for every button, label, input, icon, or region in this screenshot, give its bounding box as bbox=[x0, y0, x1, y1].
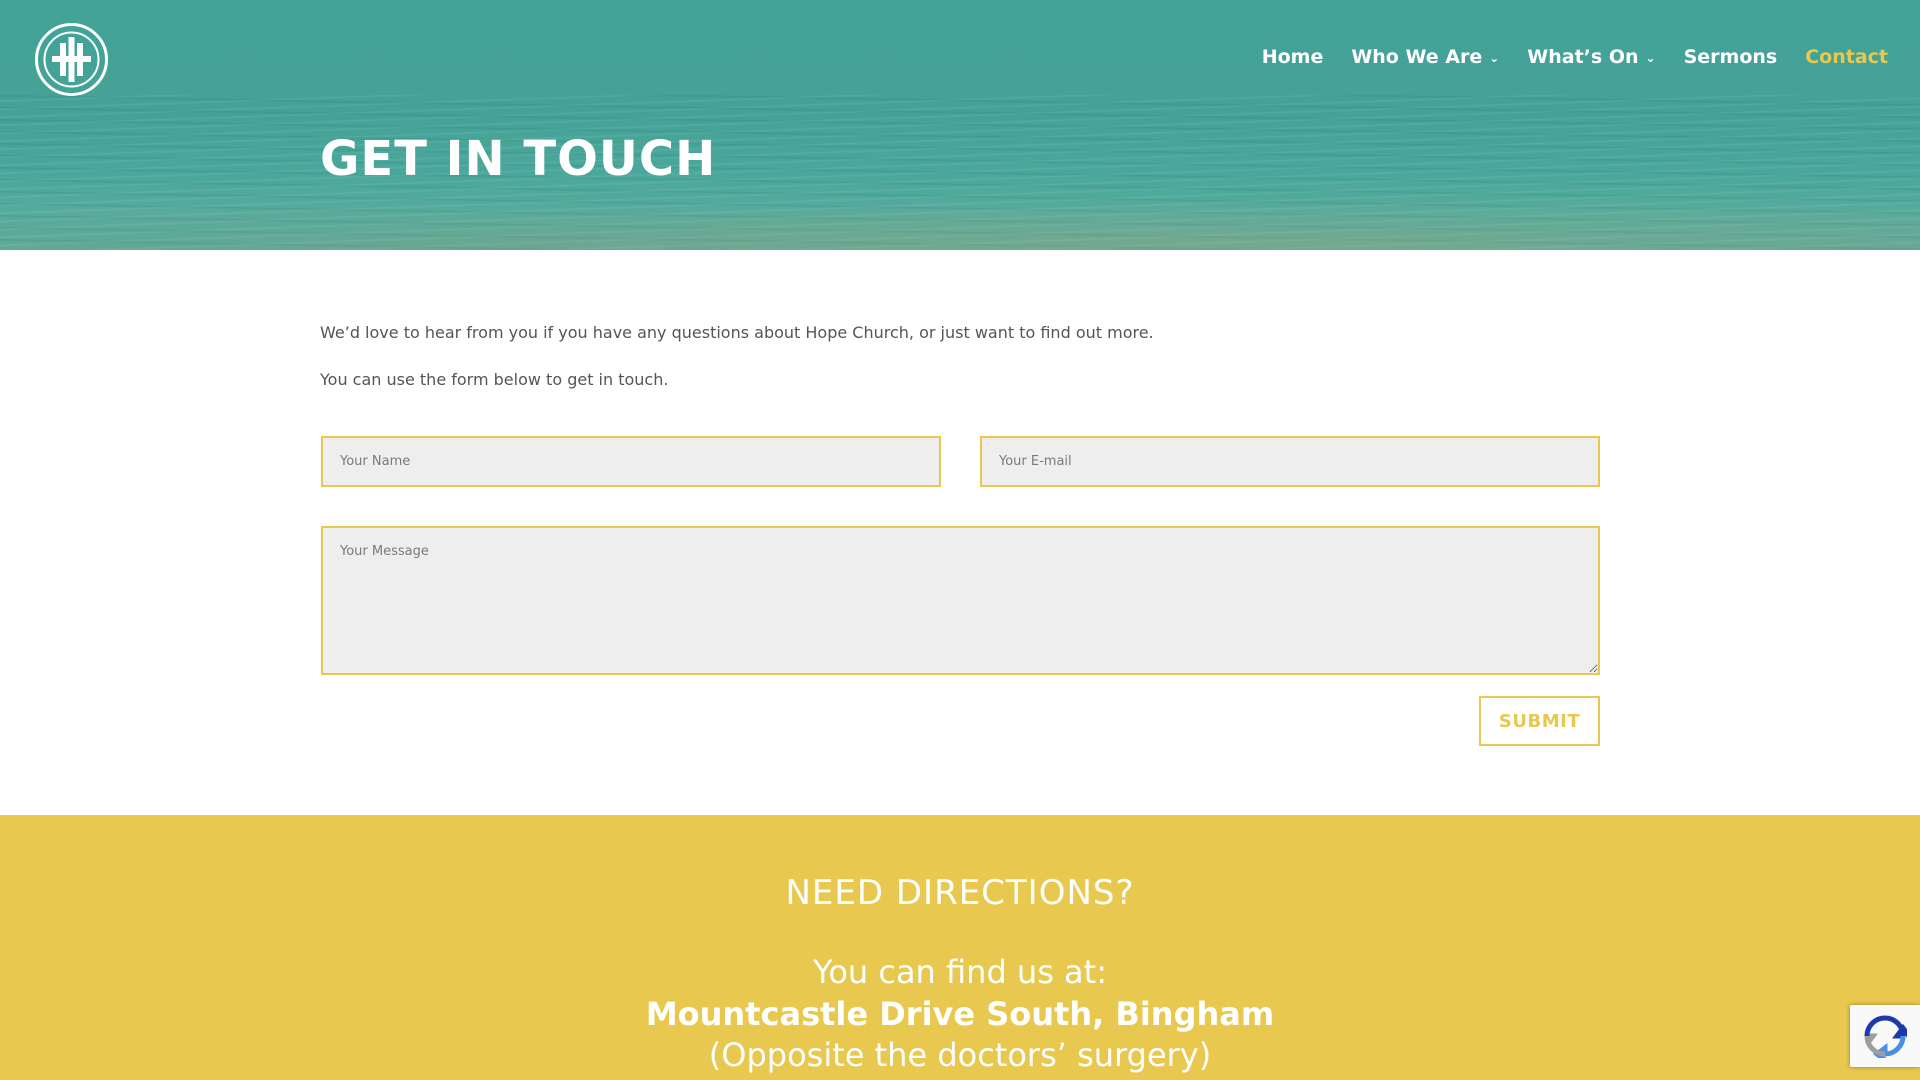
nav-label: Home bbox=[1261, 46, 1324, 68]
message-textarea[interactable] bbox=[321, 526, 1600, 675]
nav-item-sermons[interactable]: Sermons bbox=[1684, 46, 1778, 68]
nav-item-home[interactable]: Home bbox=[1262, 46, 1324, 68]
sand-texture bbox=[0, 190, 1920, 250]
page-title: GET IN TOUCH bbox=[320, 131, 717, 187]
recaptcha-icon bbox=[1864, 1015, 1907, 1058]
nav-label: Who We Are bbox=[1351, 46, 1483, 68]
chevron-down-icon: ⌄ bbox=[1489, 51, 1500, 65]
nav-label: What’s On bbox=[1527, 46, 1639, 68]
nav-item-who-we-are[interactable]: Who We Are ⌄ bbox=[1351, 46, 1499, 68]
directions-section: NEED DIRECTIONS? You can find us at: Mou… bbox=[0, 815, 1920, 1080]
name-input[interactable] bbox=[321, 436, 941, 487]
directions-intro: You can find us at: bbox=[813, 953, 1107, 991]
submit-button[interactable]: SUBMIT bbox=[1479, 696, 1600, 746]
nav-label: Sermons bbox=[1683, 46, 1778, 68]
directions-title: NEED DIRECTIONS? bbox=[785, 873, 1135, 913]
directions-landmark: (Opposite the doctors’ surgery) bbox=[708, 1036, 1212, 1074]
main-nav: Home Who We Are ⌄ What’s On ⌄ Sermons Co… bbox=[1234, 46, 1888, 68]
nav-label: Contact bbox=[1805, 46, 1888, 68]
hero-banner: Home Who We Are ⌄ What’s On ⌄ Sermons Co… bbox=[0, 0, 1920, 250]
hope-church-logo[interactable] bbox=[35, 23, 108, 96]
email-input[interactable] bbox=[980, 436, 1600, 487]
logo-mark-icon bbox=[43, 31, 100, 88]
nav-item-contact[interactable]: Contact bbox=[1805, 46, 1888, 68]
directions-address: Mountcastle Drive South, Bingham bbox=[645, 995, 1275, 1033]
intro-text: We’d love to hear from you if you have a… bbox=[320, 323, 1154, 342]
nav-item-whats-on[interactable]: What’s On ⌄ bbox=[1527, 46, 1655, 68]
recaptcha-badge[interactable] bbox=[1850, 1005, 1920, 1067]
chevron-down-icon: ⌄ bbox=[1645, 51, 1656, 65]
intro-instructions: You can use the form below to get in tou… bbox=[320, 370, 669, 389]
